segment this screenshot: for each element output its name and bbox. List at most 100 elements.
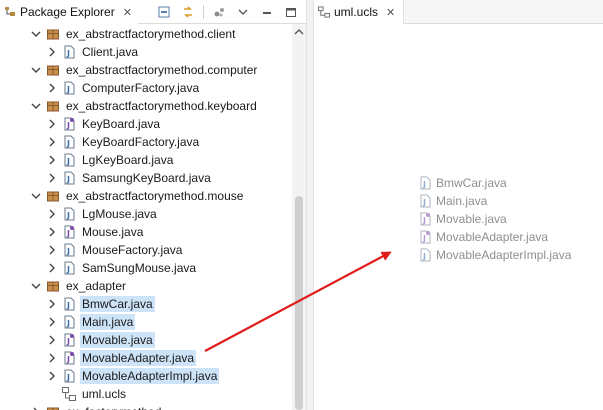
close-icon[interactable]: ✕	[123, 6, 132, 19]
chevron-right-icon[interactable]	[46, 154, 58, 166]
tree-item-samsungkeyboard-java[interactable]: J SamsungKeyBoard.java	[46, 169, 213, 187]
tree-item-ex-abstractfactorymethod-client[interactable]: ex_abstractfactorymethod.client	[30, 25, 237, 43]
view-menu-icon[interactable]	[234, 3, 252, 21]
chevron-right-icon[interactable]	[46, 82, 58, 94]
java-file-icon: J	[418, 176, 432, 190]
drag-item-bmwcar-java: J BmwCar.java	[418, 174, 571, 192]
chevron-right-icon[interactable]	[46, 118, 58, 130]
focus-icon[interactable]	[210, 3, 228, 21]
chevron-right-icon[interactable]	[46, 298, 58, 310]
tree-item-client-java[interactable]: J Client.java	[46, 43, 140, 61]
package-explorer-icon	[4, 6, 16, 18]
chevron-right-icon[interactable]	[46, 136, 58, 148]
diagram-canvas[interactable]: J BmwCar.java J Main.java J Movable.java J Mova…	[314, 24, 603, 410]
tree-item-mousefactory-java[interactable]: J MouseFactory.java	[46, 241, 184, 259]
chevron-right-icon[interactable]	[46, 262, 58, 274]
tree-item-label: SamsungKeyBoard.java	[82, 171, 211, 185]
minimize-icon[interactable]	[258, 3, 276, 21]
tree-item-label: KeyBoard.java	[82, 117, 161, 131]
svg-text:J: J	[66, 337, 70, 346]
tree-item-ex-abstractfactorymethod-computer[interactable]: ex_abstractfactorymethod.computer	[30, 61, 259, 79]
svg-text:J: J	[66, 211, 70, 220]
svg-text:J: J	[66, 157, 70, 166]
scroll-up-icon[interactable]	[292, 26, 306, 38]
tree-item-label: ex_abstractfactorymethod.keyboard	[66, 99, 257, 113]
tree-item-ex-factorymethod[interactable]: ex_factorymethod	[30, 403, 163, 410]
chevron-down-icon[interactable]	[30, 28, 42, 40]
tree-item-movableadapter-java[interactable]: J MovableAdapter.java	[46, 349, 197, 367]
java-file-icon: J	[62, 369, 76, 383]
svg-text:J: J	[66, 121, 70, 130]
svg-text:J: J	[66, 175, 70, 184]
tree-item-keyboard-java[interactable]: J KeyBoard.java	[46, 115, 162, 133]
class-diagram-icon	[62, 387, 76, 401]
java-file-icon: J	[62, 81, 76, 95]
java-file-icon: J	[62, 297, 76, 311]
package-icon	[46, 405, 60, 410]
svg-text:J: J	[422, 252, 426, 261]
tree-item-ex-adapter[interactable]: ex_adapter	[30, 277, 128, 295]
svg-text:J: J	[66, 229, 70, 238]
java-file-icon: J	[62, 135, 76, 149]
chevron-down-icon[interactable]	[30, 190, 42, 202]
drag-item-movableadapter-java: J MovableAdapter.java	[418, 228, 571, 246]
tab-package-explorer[interactable]: Package Explorer ✕	[0, 0, 138, 24]
chevron-right-icon[interactable]	[46, 352, 58, 364]
tab-uml-ucls-label: uml.ucls	[334, 5, 379, 19]
drag-item-label: Movable.java	[436, 212, 507, 226]
svg-text:J: J	[66, 139, 70, 148]
chevron-right-icon[interactable]	[46, 172, 58, 184]
svg-text:J: J	[66, 373, 70, 382]
uml-editor-view: uml.ucls ✕ J BmwCar.java J Main.java J Movabl…	[314, 0, 603, 410]
chevron-right-icon[interactable]	[30, 406, 42, 410]
chevron-down-icon[interactable]	[30, 64, 42, 76]
drag-item-movable-java: J Movable.java	[418, 210, 571, 228]
collapse-all-icon[interactable]	[155, 3, 173, 21]
tree-item-label: LgKeyBoard.java	[82, 153, 174, 167]
tab-uml-ucls[interactable]: uml.ucls ✕	[314, 0, 405, 24]
close-icon[interactable]: ✕	[386, 6, 395, 19]
editor-header: uml.ucls ✕	[314, 0, 603, 24]
tree-item-label: ex_factorymethod	[64, 404, 163, 410]
package-explorer-view: Package Explorer ✕ ex_abstractfactorymet…	[0, 0, 306, 410]
chevron-right-icon[interactable]	[46, 46, 58, 58]
svg-text:J: J	[66, 49, 70, 58]
svg-text:J: J	[66, 301, 70, 310]
svg-text:J: J	[422, 234, 426, 243]
tree-item-keyboardfactory-java[interactable]: J KeyBoardFactory.java	[46, 133, 201, 151]
tree-item-label: LgMouse.java	[82, 207, 157, 221]
view-toolbar	[155, 3, 300, 21]
java-interface-icon: J	[62, 117, 76, 131]
chevron-right-icon[interactable]	[46, 316, 58, 328]
tree-item-lgkeyboard-java[interactable]: J LgKeyBoard.java	[46, 151, 175, 169]
scroll-thumb[interactable]	[295, 196, 303, 410]
svg-text:J: J	[66, 85, 70, 94]
chevron-down-icon[interactable]	[30, 100, 42, 112]
chevron-right-icon[interactable]	[46, 334, 58, 346]
package-icon	[46, 63, 60, 77]
chevron-down-icon[interactable]	[30, 280, 42, 292]
tree-item-main-java[interactable]: J Main.java	[46, 313, 136, 331]
tree-item-computerfactory-java[interactable]: J ComputerFactory.java	[46, 79, 201, 97]
tree-item-samsungmouse-java[interactable]: J SamSungMouse.java	[46, 259, 198, 277]
tree-item-uml-ucls[interactable]: uml.ucls	[46, 385, 128, 403]
package-explorer-header: Package Explorer ✕	[0, 0, 306, 24]
tree-item-ex-abstractfactorymethod-keyboard[interactable]: ex_abstractfactorymethod.keyboard	[30, 97, 259, 115]
chevron-right-icon[interactable]	[46, 244, 58, 256]
tree-item-bmwcar-java[interactable]: J BmwCar.java	[46, 295, 155, 313]
java-interface-icon: J	[62, 333, 76, 347]
tree-item-movableadapterimpl-java[interactable]: J MovableAdapterImpl.java	[46, 367, 220, 385]
maximize-icon[interactable]	[282, 3, 300, 21]
tree-scrollbar[interactable]	[292, 24, 306, 410]
chevron-right-icon[interactable]	[46, 226, 58, 238]
tree-item-ex-abstractfactorymethod-mouse[interactable]: ex_abstractfactorymethod.mouse	[30, 187, 245, 205]
chevron-right-icon[interactable]	[46, 370, 58, 382]
link-with-editor-icon[interactable]	[179, 3, 197, 21]
view-sash[interactable]	[306, 0, 314, 410]
tree-item-label: ex_adapter	[66, 279, 127, 293]
tree-item-mouse-java[interactable]: J Mouse.java	[46, 223, 145, 241]
tree-item-movable-java[interactable]: J Movable.java	[46, 331, 155, 349]
tree-item-lgmouse-java[interactable]: J LgMouse.java	[46, 205, 159, 223]
drag-feedback-list: J BmwCar.java J Main.java J Movable.java J Mova…	[418, 174, 571, 264]
chevron-right-icon[interactable]	[46, 208, 58, 220]
